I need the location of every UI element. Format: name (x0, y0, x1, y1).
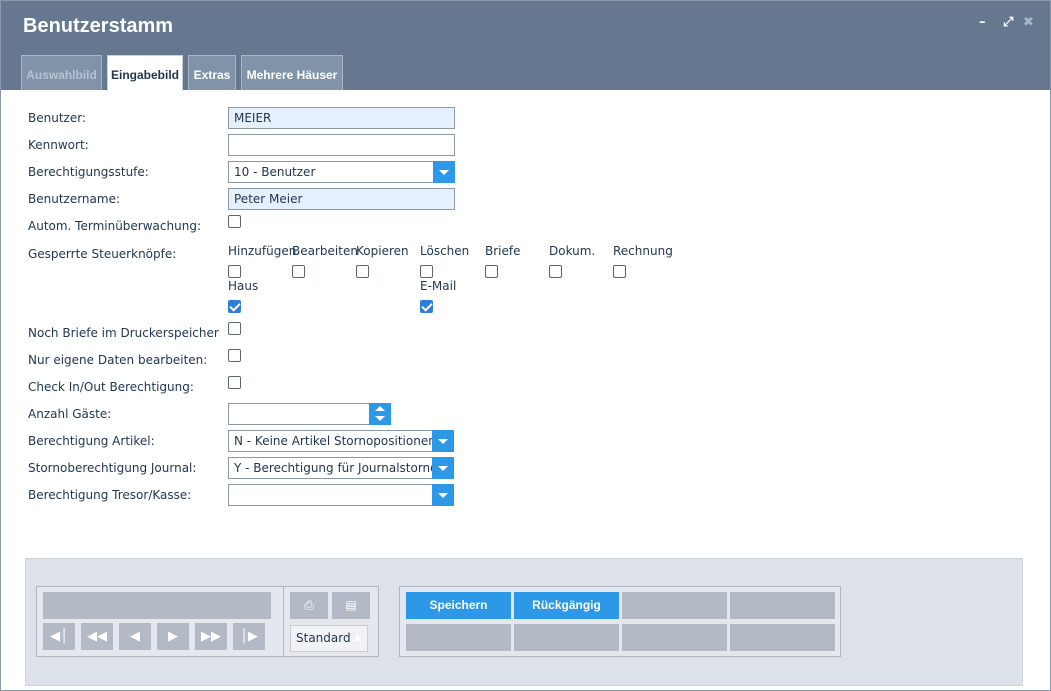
action-group: Speichern Rückgängig (399, 586, 841, 657)
lock-loeschen-label: Löschen (420, 244, 470, 258)
lock-briefe-label: Briefe (485, 244, 521, 258)
tab-eingabebild[interactable]: Eingabebild (107, 55, 183, 91)
lock-email-checkbox[interactable] (420, 300, 433, 313)
chevron-down-icon[interactable] (432, 430, 454, 452)
tab-auswahlbild[interactable]: Auswahlbild (21, 55, 102, 90)
eigene-daten-label: Nur eigene Daten bearbeiten: (28, 353, 208, 367)
lock-hinzufuegen-label: Hinzufügen (228, 244, 297, 258)
window-title: Benutzerstamm (23, 15, 174, 37)
lock-rechnung-checkbox[interactable] (613, 265, 626, 278)
tresor-kasse-select[interactable] (228, 484, 454, 506)
save-button[interactable]: Speichern (406, 592, 511, 619)
checkinout-checkbox[interactable] (228, 376, 241, 389)
empty-button-3[interactable] (406, 624, 511, 651)
anzahl-gaeste-input[interactable] (228, 403, 391, 425)
lock-dokum-checkbox[interactable] (549, 265, 562, 278)
page-forward-icon[interactable]: ▶▶ (195, 623, 227, 650)
terminueberwachung-label: Autom. Terminüberwachung: (28, 219, 201, 233)
chevron-down-icon[interactable] (432, 484, 454, 506)
lock-loeschen-checkbox[interactable] (420, 265, 433, 278)
gesperrte-steuerknoepfe-label: Gesperrte Steuerknöpfe: (28, 247, 177, 261)
record-info-bar (43, 592, 271, 619)
lock-bearbeiten-checkbox[interactable] (292, 265, 305, 278)
benutzername-input[interactable]: Peter Meier (228, 188, 455, 210)
benutzer-label: Benutzer: (28, 111, 86, 125)
benutzerstamm-window: Benutzerstamm – ⤢ ✖ Auswahlbild Eingabeb… (0, 0, 1051, 691)
lock-rechnung-label: Rechnung (613, 244, 673, 258)
lock-kopieren-checkbox[interactable] (356, 265, 369, 278)
document-icon[interactable]: ▤ (332, 592, 370, 619)
berechtigung-artikel-value: N - Keine Artikel Stornopositionen (234, 434, 436, 448)
last-record-icon[interactable]: │▶ (233, 623, 265, 650)
navigation-group: ◀│ ◀◀ ◀ ▶ ▶▶ │▶ (36, 586, 301, 657)
empty-button-1[interactable] (622, 592, 727, 619)
chevron-down-icon[interactable] (432, 457, 454, 479)
report-select[interactable]: Standardli ▲ (290, 625, 368, 652)
print-group: ⎙ ▤ Standardli ▲ (283, 586, 379, 657)
berechtigungsstufe-select[interactable]: 10 - Benutzer (228, 161, 455, 183)
close-icon[interactable]: ✖ (1023, 15, 1034, 30)
berechtigung-artikel-select[interactable]: N - Keine Artikel Stornopositionen (228, 430, 454, 452)
benutzername-label: Benutzername: (28, 192, 121, 206)
storno-journal-label: Stornoberechtigung Journal: (28, 461, 197, 475)
tresor-kasse-label: Berechtigung Tresor/Kasse: (28, 488, 192, 502)
footer-toolbar: ◀│ ◀◀ ◀ ▶ ▶▶ │▶ ⎙ ▤ Standardli ▲ Speiche… (25, 558, 1023, 686)
berechtigung-artikel-label: Berechtigung Artikel: (28, 434, 155, 448)
berechtigungsstufe-label: Berechtigungsstufe: (28, 165, 149, 179)
undo-button[interactable]: Rückgängig (514, 592, 619, 619)
next-record-icon[interactable]: ▶ (157, 623, 189, 650)
previous-record-icon[interactable]: ◀ (119, 623, 151, 650)
lock-haus-label: Haus (228, 279, 259, 293)
storno-journal-value: Y - Berechtigung für Journalstorno (234, 461, 438, 475)
lock-hinzufuegen-checkbox[interactable] (228, 265, 241, 278)
spinner-icon[interactable] (369, 403, 391, 425)
checkinout-label: Check In/Out Berechtigung: (28, 380, 194, 394)
berechtigungsstufe-value: 10 - Benutzer (234, 165, 316, 179)
lock-email-label: E-Mail (420, 279, 457, 293)
briefe-druckerspeicher-label: Noch Briefe im Druckerspeicher (28, 326, 219, 340)
anzahl-gaeste-label: Anzahl Gäste: (28, 407, 112, 421)
terminueberwachung-checkbox[interactable] (228, 215, 241, 228)
eigene-daten-checkbox[interactable] (228, 349, 241, 362)
lock-briefe-checkbox[interactable] (485, 265, 498, 278)
empty-button-6[interactable] (730, 624, 835, 651)
kennwort-label: Kennwort: (28, 138, 89, 152)
tab-mehrere-haeuser[interactable]: Mehrere Häuser (241, 55, 343, 90)
empty-button-4[interactable] (514, 624, 619, 651)
chevron-down-icon[interactable] (433, 161, 455, 183)
title-bar: Benutzerstamm – ⤢ ✖ Auswahlbild Eingabeb… (1, 1, 1050, 91)
report-select-value: Standardli (296, 631, 351, 645)
lock-kopieren-label: Kopieren (356, 244, 409, 258)
lock-bearbeiten-label: Bearbeiten (292, 244, 358, 258)
first-record-icon[interactable]: ◀│ (43, 623, 75, 650)
empty-button-2[interactable] (730, 592, 835, 619)
chevron-up-icon[interactable]: ▲ (354, 626, 361, 651)
maximize-icon[interactable]: ⤢ (1003, 15, 1013, 30)
empty-button-5[interactable] (622, 624, 727, 651)
page-back-icon[interactable]: ◀◀ (81, 623, 113, 650)
lock-dokum-label: Dokum. (549, 244, 596, 258)
briefe-druckerspeicher-checkbox[interactable] (228, 322, 241, 335)
benutzer-input[interactable]: MEIER (228, 107, 455, 129)
storno-journal-select[interactable]: Y - Berechtigung für Journalstorno (228, 457, 454, 479)
lock-haus-checkbox[interactable] (228, 300, 241, 313)
kennwort-input[interactable] (228, 134, 455, 156)
print-icon[interactable]: ⎙ (290, 592, 328, 619)
tab-extras[interactable]: Extras (188, 55, 236, 90)
minimize-icon[interactable]: – (979, 15, 986, 30)
